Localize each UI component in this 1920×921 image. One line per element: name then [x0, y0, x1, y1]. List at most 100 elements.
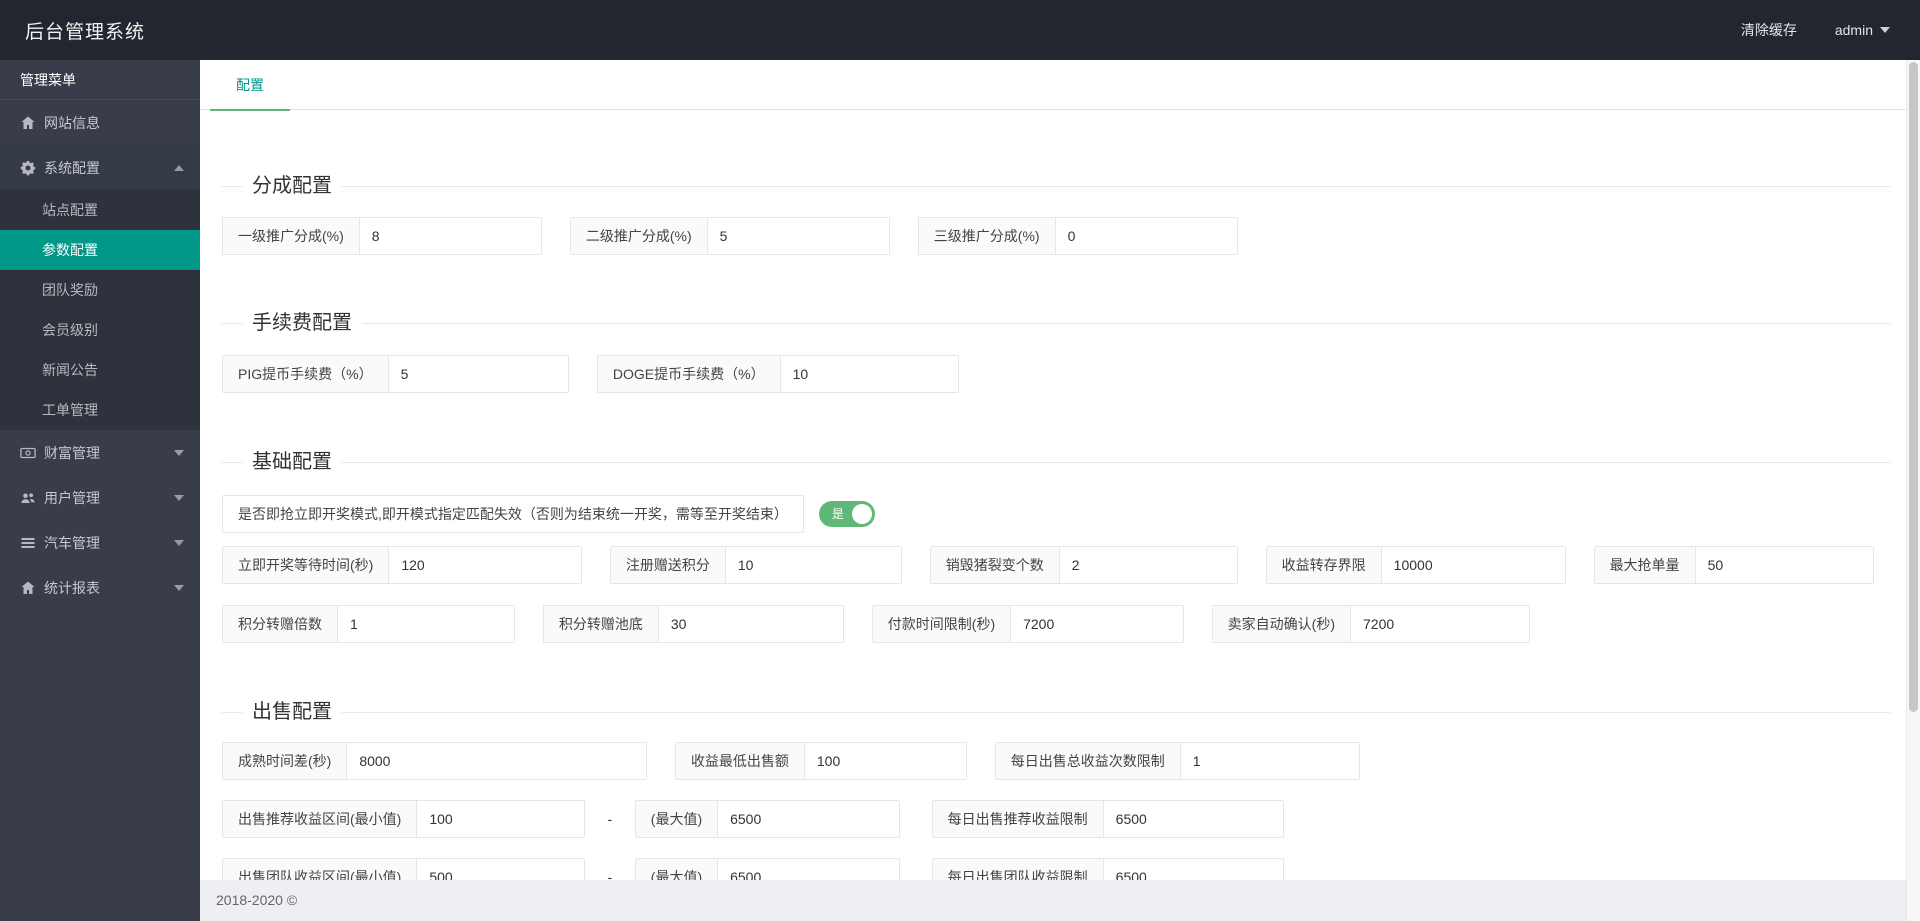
- tab-bar: 配置: [200, 60, 1920, 111]
- max-grab-input[interactable]: [1695, 547, 1873, 583]
- user-dropdown[interactable]: admin: [1835, 22, 1890, 38]
- clear-cache-button[interactable]: 清除缓存: [1741, 20, 1797, 40]
- field-sell-recommend-max: (最大值): [634, 800, 900, 838]
- header-actions: 清除缓存 admin: [1741, 20, 1920, 40]
- sidebar-menu-title: 管理菜单: [0, 60, 200, 100]
- sidebar-item-system-config[interactable]: 系统配置: [0, 145, 200, 190]
- section-title: 分成配置: [252, 175, 332, 197]
- field-doge-withdraw-fee: DOGE提币手续费（%）: [596, 355, 959, 393]
- form-row: PIG提币手续费（%） DOGE提币手续费（%）: [222, 355, 1890, 393]
- field-income-transfer-limit: 收益转存界限: [1265, 546, 1566, 584]
- field-min-sell-amount: 收益最低出售额: [674, 742, 967, 780]
- points-gift-pool-input[interactable]: [658, 606, 843, 642]
- sidebar-item-car-manage[interactable]: 汽车管理: [0, 520, 200, 565]
- form-row: 成熟时间差(秒) 收益最低出售额 每日出售总收益次数限制: [222, 742, 1890, 780]
- chevron-down-icon: [174, 449, 184, 456]
- top-header: 后台管理系统 清除缓存 admin: [0, 0, 1920, 60]
- field-daily-recommend-limit: 每日出售推荐收益限制: [931, 800, 1284, 838]
- level3-commission-input[interactable]: [1055, 218, 1237, 254]
- section-sell: 出售配置: [222, 698, 1890, 726]
- section-title: 手续费配置: [252, 312, 352, 334]
- sidebar-item-member-level[interactable]: 会员级别: [0, 310, 200, 350]
- footer-copyright: 2018-2020 ©: [200, 880, 1920, 921]
- field-payment-time-limit: 付款时间限制(秒): [871, 605, 1184, 643]
- pig-withdraw-fee-input[interactable]: [388, 356, 568, 392]
- seller-auto-confirm-input[interactable]: [1351, 606, 1529, 642]
- section-title: 出售配置: [252, 701, 332, 723]
- tab-config[interactable]: 配置: [210, 60, 290, 111]
- destroy-pig-count-input[interactable]: [1059, 547, 1237, 583]
- field-register-points: 注册赠送积分: [609, 546, 902, 584]
- username: admin: [1834, 22, 1873, 38]
- field-sell-recommend-min: 出售推荐收益区间(最小值): [222, 800, 585, 838]
- points-gift-multiple-input[interactable]: [338, 606, 514, 642]
- mature-time-diff-input[interactable]: [347, 743, 646, 779]
- form-row: 一级推广分成(%) 二级推广分成(%) 三级推广分成(%): [222, 217, 1890, 255]
- app-title: 后台管理系统: [25, 21, 146, 43]
- section-commission: 分成配置: [222, 172, 1890, 200]
- section-basic: 基础配置: [222, 448, 1890, 476]
- sidebar-item-wealth-manage[interactable]: 财富管理: [0, 430, 200, 475]
- sidebar-item-ticket-manage[interactable]: 工单管理: [0, 390, 200, 430]
- field-daily-sell-count-limit: 每日出售总收益次数限制: [994, 742, 1360, 780]
- field-points-gift-pool: 积分转赠池底: [542, 605, 844, 643]
- field-destroy-pig-count: 销毁猪裂变个数: [929, 546, 1238, 584]
- min-sell-amount-input[interactable]: [804, 743, 966, 779]
- field-level2-commission: 二级推广分成(%): [569, 217, 890, 255]
- cogs-icon: [20, 160, 44, 176]
- chevron-down-icon: [174, 494, 184, 501]
- sell-recommend-min-input[interactable]: [417, 801, 584, 837]
- section-fee: 手续费配置: [222, 309, 1890, 337]
- sidebar-item-param-config[interactable]: 参数配置: [0, 230, 200, 270]
- field-max-grab: 最大抢单量: [1593, 546, 1874, 584]
- sidebar-item-user-manage[interactable]: 用户管理: [0, 475, 200, 520]
- sidebar: 管理菜单 网站信息 系统配置 站点配置 参数配置 团队奖励 会员级别 新闻公告 …: [0, 60, 200, 921]
- range-separator: -: [607, 811, 613, 827]
- field-level1-commission: 一级推广分成(%): [222, 217, 542, 255]
- level1-commission-input[interactable]: [359, 218, 541, 254]
- form-row: 立即开奖等待时间(秒) 注册赠送积分 销毁猪裂变个数 收益转存界限 最大抢单量: [222, 546, 1890, 584]
- instant-draw-switch-row: 是否即抢立即开奖模式,即开模式指定匹配失效（否则为结束统一开奖，需等至开奖结束）…: [222, 495, 1890, 533]
- field-pig-withdraw-fee: PIG提币手续费（%）: [222, 355, 569, 393]
- tab-active-underline: [210, 109, 290, 111]
- form-row: 出售推荐收益区间(最小值) - (最大值) 每日出售推荐收益限制: [222, 800, 1890, 838]
- sidebar-submenu-system-config: 站点配置 参数配置 团队奖励 会员级别 新闻公告 工单管理: [0, 190, 200, 430]
- sidebar-item-site-config[interactable]: 站点配置: [0, 190, 200, 230]
- users-icon: [20, 490, 44, 506]
- income-transfer-limit-input[interactable]: [1381, 547, 1565, 583]
- sidebar-item-stats-report[interactable]: 统计报表: [0, 565, 200, 610]
- level2-commission-input[interactable]: [707, 218, 889, 254]
- home-icon: [20, 580, 44, 596]
- sell-recommend-max-input[interactable]: [718, 801, 899, 837]
- money-icon: [20, 445, 44, 461]
- sidebar-item-team-reward[interactable]: 团队奖励: [0, 270, 200, 310]
- field-mature-time-diff: 成熟时间差(秒): [222, 742, 647, 780]
- chevron-up-icon: [174, 164, 184, 171]
- instant-draw-label: 是否即抢立即开奖模式,即开模式指定匹配失效（否则为结束统一开奖，需等至开奖结束）: [222, 495, 804, 533]
- daily-sell-count-limit-input[interactable]: [1180, 743, 1359, 779]
- chevron-down-icon: [174, 539, 184, 546]
- section-title: 基础配置: [252, 451, 332, 473]
- field-seller-auto-confirm: 卖家自动确认(秒): [1211, 605, 1530, 643]
- form-row: 积分转赠倍数 积分转赠池底 付款时间限制(秒) 卖家自动确认(秒): [222, 605, 1890, 643]
- vertical-scrollbar: [1906, 60, 1920, 921]
- sidebar-item-website-info[interactable]: 网站信息: [0, 100, 200, 145]
- chevron-down-icon: [1880, 27, 1890, 33]
- doge-withdraw-fee-input[interactable]: [780, 356, 958, 392]
- field-points-gift-multiple: 积分转赠倍数: [222, 605, 515, 643]
- home-icon: [20, 115, 44, 131]
- config-form: 分成配置 一级推广分成(%) 二级推广分成(%) 三级推广分成(%) 手续费配置…: [200, 172, 1920, 896]
- daily-recommend-limit-input[interactable]: [1103, 801, 1283, 837]
- payment-time-limit-input[interactable]: [1011, 606, 1183, 642]
- list-icon: [20, 535, 44, 551]
- main-content: 配置 分成配置 一级推广分成(%) 二级推广分成(%) 三级推广分成(%) 手: [200, 60, 1920, 921]
- field-level3-commission: 三级推广分成(%): [917, 217, 1238, 255]
- toggle-knob: [851, 504, 872, 524]
- field-instant-draw-wait: 立即开奖等待时间(秒): [222, 546, 582, 584]
- instant-draw-wait-input[interactable]: [389, 547, 581, 583]
- instant-draw-toggle[interactable]: 是: [818, 501, 875, 527]
- register-points-input[interactable]: [725, 547, 901, 583]
- sidebar-item-news-notice[interactable]: 新闻公告: [0, 350, 200, 390]
- scrollbar-thumb[interactable]: [1909, 62, 1918, 712]
- chevron-down-icon: [174, 584, 184, 591]
